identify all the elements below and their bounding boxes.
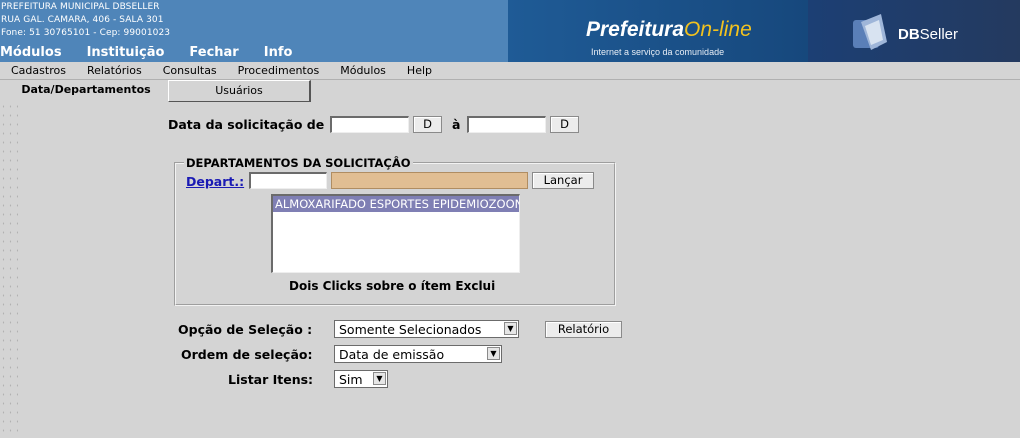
selection-option-select[interactable]: Somente Selecionados ▼	[334, 320, 519, 338]
brand-tagline: Internet a serviço da comunidade	[591, 47, 725, 57]
org-name: PREFEITURA MUNICIPAL DBSELLER	[1, 2, 160, 12]
dbseller-wordmark-seller: Seller	[919, 26, 959, 43]
list-items-select[interactable]: Sim ▼	[334, 370, 388, 388]
selection-option-value: Somente Selecionados	[339, 322, 482, 337]
dbseller-wordmark-db: DB	[898, 26, 920, 43]
brand-online: On-line	[684, 18, 752, 41]
date-between-label: à	[452, 117, 461, 132]
list-items-label: Listar Itens:	[228, 372, 314, 387]
order-label: Ordem de seleção:	[181, 347, 313, 362]
top-menu-instituicao[interactable]: Instituição	[87, 45, 165, 60]
order-select[interactable]: Data de emissão ▼	[334, 345, 502, 363]
departments-legend: DEPARTAMENTOS DA SOLICITAÇÂO	[186, 156, 411, 170]
dbseller-wordmark: DBSeller	[898, 26, 958, 43]
chevron-down-icon: ▼	[373, 372, 386, 385]
date-from-input[interactable]	[330, 116, 409, 133]
top-menu-info[interactable]: Info	[264, 45, 293, 60]
selection-option-label: Opção de Seleção :	[178, 322, 313, 337]
menu-consultas[interactable]: Consultas	[163, 64, 217, 77]
org-address-block: PREFEITURA MUNICIPAL DBSELLER RUA GAL. C…	[1, 1, 170, 40]
remove-hint: Dois Clicks sobre o ítem Exclui	[289, 279, 496, 293]
menu-bar: Cadastros Relatórios Consultas Procedime…	[0, 62, 1020, 80]
date-to-input[interactable]	[467, 116, 546, 133]
depart-description-field	[331, 172, 528, 189]
tab-data-departamentos[interactable]: Data/Departamentos	[4, 80, 168, 102]
org-phone: Fone: 51 30765101 - Cep: 99001023	[1, 28, 171, 38]
date-to-picker-button[interactable]: D	[550, 116, 579, 133]
org-address: RUA GAL. CAMARA, 406 - SALA 301	[1, 15, 164, 25]
chevron-down-icon: ▼	[504, 322, 517, 335]
brand-prefeitura: Prefeitura	[586, 18, 685, 41]
menu-relatorios[interactable]: Relatórios	[87, 64, 142, 77]
header-banner: PrefeituraOn-line Internet a serviço da …	[508, 0, 1020, 62]
launch-button[interactable]: Lançar	[532, 172, 594, 189]
list-items-value: Sim	[339, 372, 363, 387]
top-menu: Módulos Instituição Fechar Info	[0, 45, 317, 60]
menu-modulos[interactable]: Módulos	[340, 64, 386, 77]
report-button[interactable]: Relatório	[545, 321, 622, 338]
chevron-down-icon: ▼	[487, 347, 500, 360]
date-range-label: Data da solicitação de	[168, 117, 325, 132]
top-menu-fechar[interactable]: Fechar	[189, 45, 238, 60]
decorative-edge	[0, 102, 18, 438]
depart-lookup-link[interactable]: Depart.:	[186, 174, 244, 189]
list-item[interactable]: ALMOXARIFADO ESPORTES EPIDEMIOZOONOSES	[273, 196, 519, 212]
menu-procedimentos[interactable]: Procedimentos	[238, 64, 320, 77]
tab-usuarios[interactable]: Usuários	[168, 80, 311, 102]
app-header: PREFEITURA MUNICIPAL DBSELLER RUA GAL. C…	[0, 0, 1020, 62]
top-menu-modulos[interactable]: Módulos	[0, 45, 62, 60]
departments-listbox[interactable]: ALMOXARIFADO ESPORTES EPIDEMIOZOONOSES	[271, 194, 520, 273]
menu-help[interactable]: Help	[407, 64, 432, 77]
order-value: Data de emissão	[339, 347, 445, 362]
menu-cadastros[interactable]: Cadastros	[11, 64, 66, 77]
prefeitura-online-logo: PrefeituraOn-line	[586, 18, 752, 42]
dbseller-logo-icon	[853, 14, 887, 50]
depart-code-input[interactable]	[249, 172, 327, 189]
date-from-picker-button[interactable]: D	[413, 116, 442, 133]
